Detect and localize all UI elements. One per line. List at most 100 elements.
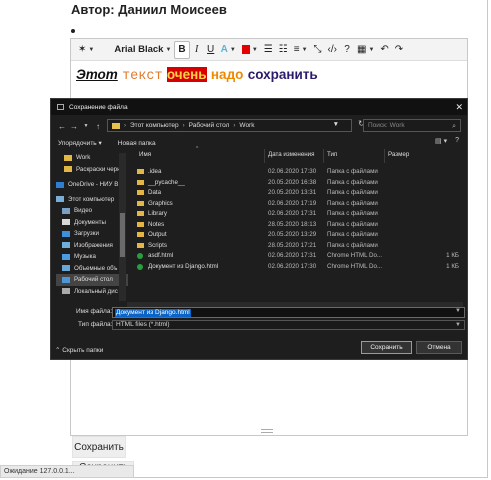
font-color-button[interactable]: A ▼	[218, 41, 239, 59]
tree-item-label: Раскраски черн	[76, 165, 121, 173]
back-arrow-icon[interactable]: ←	[56, 122, 68, 131]
chevron-down-icon[interactable]: ▼	[455, 321, 461, 329]
column-header-date[interactable]: Дата изменения	[268, 151, 315, 158]
hide-folders-toggle[interactable]: ⌃ Скрыть папки	[55, 346, 103, 354]
magic-wand-icon[interactable]: ✶ ▼	[75, 41, 97, 59]
table-icon[interactable]: ▦ ▼	[354, 41, 377, 59]
tree-item[interactable]: Work	[56, 152, 128, 164]
file-type: Папка с файлами	[327, 241, 378, 249]
column-header-type[interactable]: Тип	[327, 151, 337, 158]
tree-item-label: Этот компьютер	[68, 195, 115, 203]
file-row[interactable]: __pycache__ 20.05.2020 16:38 Папка с файла…	[134, 178, 464, 188]
column-separator	[264, 149, 265, 163]
recent-dropdown-icon[interactable]: ▼	[80, 123, 92, 129]
file-row[interactable]: .idea 02.06.2020 17:30 Папка с файлами	[134, 167, 464, 177]
tree-item[interactable]: Рабочий стол	[56, 274, 128, 286]
dialog-save-button[interactable]: Сохранить	[361, 341, 412, 354]
breadcrumb-item[interactable]: Work	[239, 122, 254, 129]
navigation-tree: Work Раскраски черн OneDrive - НИУ В Этот к…	[56, 152, 128, 299]
file-row[interactable]: Output 20.05.2020 13:29 Папка с файлами	[134, 230, 464, 240]
chevron-down-icon[interactable]: ▼	[455, 308, 461, 314]
address-bar[interactable]: › Этот компьютер › Рабочий стол › Work ▼	[107, 119, 352, 132]
file-type: Папка с файлами	[327, 178, 378, 186]
file-date: 28.05.2020 18:13	[268, 220, 317, 228]
filetype-label: Тип файла:	[78, 321, 113, 328]
up-arrow-icon[interactable]: ↑	[92, 122, 104, 131]
editor-content[interactable]: Этот текст очень надо сохранить	[76, 67, 318, 84]
tree-scrollbar[interactable]	[119, 153, 126, 301]
fullscreen-icon[interactable]: ⤡	[311, 41, 325, 59]
help-icon[interactable]: ?	[340, 41, 354, 59]
file-row[interactable]: asdf.html 02.06.2020 17:31 Chrome HTML Do.…	[134, 251, 464, 261]
tree-item[interactable]: Раскраски черн	[56, 164, 128, 176]
highlight-color-button[interactable]: ▼	[239, 41, 261, 59]
save-button[interactable]: Сохранить	[72, 436, 126, 458]
cube-icon	[62, 265, 70, 272]
bold-button[interactable]: B	[174, 40, 190, 59]
drive-icon	[62, 288, 70, 295]
file-row[interactable]: Library 02.06.2020 17:31 Папка с файлами	[134, 209, 464, 219]
file-row[interactable]: Notes 28.05.2020 18:13 Папка с файлами	[134, 220, 464, 230]
file-date: 02.06.2020 17:30	[268, 262, 317, 270]
code-view-icon[interactable]: ‹/›	[325, 41, 340, 59]
italic-button[interactable]: I	[190, 41, 204, 59]
chevron-down-icon[interactable]: ▼	[333, 121, 339, 128]
file-name: Data	[148, 189, 162, 196]
tree-item[interactable]: Видео	[56, 205, 128, 217]
redo-icon[interactable]: ↷	[392, 41, 406, 59]
underline-button[interactable]: U	[204, 41, 218, 59]
new-folder-button[interactable]: Новая папка	[118, 140, 156, 147]
chrome-file-icon	[137, 263, 143, 270]
tree-item[interactable]: Изображения	[56, 240, 128, 252]
editor-resize-handle[interactable]	[261, 429, 273, 433]
undo-icon[interactable]: ↶	[377, 41, 391, 59]
tree-item[interactable]: Загрузки	[56, 228, 128, 240]
file-row[interactable]: Документ из Django.html 02.06.2020 17:30 C…	[134, 262, 464, 272]
tree-item-label: Work	[76, 154, 91, 162]
file-type: Папка с файлами	[327, 220, 378, 228]
tree-item[interactable]: Объемные объ	[56, 263, 128, 275]
file-size: 1 КБ	[446, 252, 459, 259]
tree-item[interactable]: Локальный дис	[56, 286, 128, 298]
image-icon	[62, 242, 70, 249]
forward-arrow-icon[interactable]: →	[68, 122, 80, 131]
column-header-name[interactable]: Имя	[139, 151, 151, 158]
tree-item[interactable]: Документы	[56, 217, 128, 229]
file-row[interactable]: Scripts 28.05.2020 17:21 Папка с файлами	[134, 241, 464, 251]
filetype-select[interactable]: HTML files (*.html) ▼	[112, 320, 465, 330]
help-icon[interactable]: ?	[455, 137, 459, 145]
folder-icon	[64, 154, 72, 161]
tree-item[interactable]: Этот компьютер	[56, 194, 128, 206]
tree-item-label: Музыка	[74, 253, 96, 261]
folder-icon	[137, 242, 144, 248]
font-family-select[interactable]: Arial Black ▼	[111, 41, 174, 59]
file-date: 02.06.2020 17:31	[268, 210, 317, 217]
dialog-cancel-button[interactable]: Отмена	[416, 341, 462, 354]
ordered-list-icon[interactable]: ☷	[276, 41, 291, 59]
file-date: 02.06.2020 17:31	[268, 252, 317, 259]
breadcrumb-item[interactable]: Рабочий стол	[189, 122, 230, 129]
file-name: __pycache__	[148, 178, 185, 186]
file-list: Имя Дата изменения Тип Размер ^ .idea 02.…	[134, 146, 464, 301]
file-row[interactable]: Data 20.05.2020 13:31 Папка с файлами	[134, 188, 464, 198]
filename-input[interactable]: Документ из Django.html ▼	[112, 307, 465, 318]
tree-item-label: Видео	[74, 207, 93, 215]
organize-menu[interactable]: Упорядочить ▾	[58, 139, 102, 147]
tree-item[interactable]: OneDrive - НИУ В	[56, 179, 128, 191]
column-header-size[interactable]: Размер	[388, 151, 409, 158]
dialog-title: Сохранение файла	[69, 103, 128, 111]
tree-item-label: Изображения	[74, 241, 113, 249]
file-date: 20.05.2020 16:38	[268, 178, 317, 186]
unordered-list-icon[interactable]: ☰	[261, 41, 276, 59]
search-input[interactable]: Поиск: Work ⌕	[363, 119, 461, 132]
file-type: Папка с файлами	[327, 231, 378, 238]
file-row[interactable]: Graphics 02.06.2020 17:19 Папка с файлами	[134, 199, 464, 209]
breadcrumb-item[interactable]: Этот компьютер	[130, 122, 179, 129]
view-options-icon[interactable]: ▤ ▾	[435, 137, 447, 145]
folder-icon	[137, 232, 144, 237]
tree-item[interactable]: Музыка	[56, 251, 128, 263]
close-icon[interactable]: ✕	[455, 102, 463, 113]
align-icon[interactable]: ≡ ▼	[291, 41, 311, 59]
dialog-titlebar: Сохранение файла	[51, 99, 467, 115]
file-name: Graphics	[148, 199, 173, 207]
